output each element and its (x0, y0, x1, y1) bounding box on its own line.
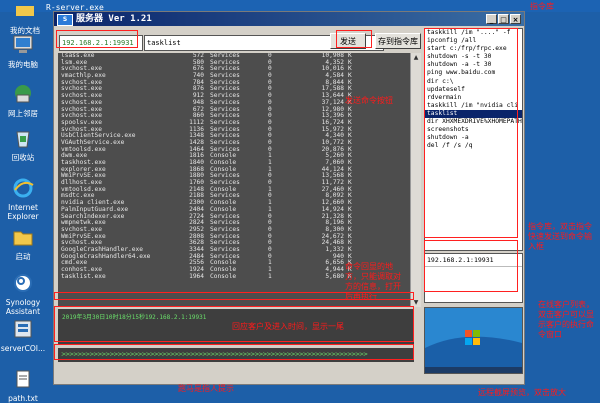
recycle-bin-icon (16, 131, 30, 148)
annotation-status: 回应客户及进入时间，显示一尾 (232, 322, 344, 331)
maximize-button[interactable]: □ (498, 14, 509, 24)
desktop-icon-label: Internet Explorer (7, 203, 39, 221)
network-icon (15, 85, 31, 103)
desktop-icon-label: 启动 (15, 252, 31, 261)
process-cell: 1964 (189, 272, 204, 280)
annotation-box-ip (56, 30, 138, 48)
annotation-clients-help: 在线客户列表，双击客户可以显示客户的执行命令窗口 (538, 300, 594, 339)
desktop-icon-label: 我的电脑 (8, 60, 38, 69)
desktop-icon-recycle-bin[interactable]: 回收站 (0, 127, 46, 162)
save-to-library-button[interactable]: 存到指令库 (375, 33, 421, 49)
desktop-icon-label: 回收站 (11, 153, 35, 162)
server-app-icon (14, 320, 32, 338)
desktop-icon-synology[interactable]: Synology Assistant (0, 272, 46, 316)
desktop-icon-server-app[interactable]: serverCOI... (0, 318, 46, 353)
text-file-icon (16, 370, 30, 388)
windows-logo-icon (425, 308, 522, 373)
synology-icon (14, 274, 32, 292)
window-title: 服务器 Ver 1.21 (76, 14, 152, 24)
process-cell: 1 (268, 272, 272, 280)
desktop-icon-computer[interactable]: 我的电脑 (0, 34, 46, 69)
documents-folder-icon (16, 6, 34, 16)
computer-icon (13, 35, 33, 53)
annotation-output: 命令回显的地方，只能调取对方的信息，打开后再执行 (345, 262, 401, 301)
remote-screenshot-preview[interactable] (424, 307, 523, 374)
desktop-icon-path-txt[interactable]: path.txt (0, 368, 46, 403)
ie-icon (13, 178, 34, 198)
startup-folder-icon (13, 231, 33, 246)
desktop-icon-documents[interactable]: 我的文档 (2, 0, 48, 35)
annotation-box-clients (424, 240, 518, 292)
annotation-box-library (424, 28, 518, 238)
desktop-icon-label: 网上邻居 (8, 109, 38, 118)
annotation-box-send (336, 30, 372, 48)
desktop-icon-network[interactable]: 网上邻居 (0, 83, 46, 118)
annotation-preview: 远程截屏预览，双击放大 (478, 388, 566, 397)
process-cell: tasklist.exe (61, 272, 106, 280)
window-titlebar[interactable]: S 服务器 Ver 1.21 _ □ × (54, 12, 524, 26)
annotation-send: 发送命令按钮 (345, 96, 393, 105)
annotation-library: 指令库 (530, 2, 554, 11)
output-scrollbar[interactable]: ▲ ▼ (410, 53, 421, 307)
desktop-icon-label: path.txt (8, 394, 38, 403)
annotation-box-input (54, 344, 414, 360)
desktop-icon-startup[interactable]: 启动 (0, 226, 46, 261)
scroll-up-icon[interactable]: ▲ (411, 53, 421, 62)
annotation-input: 跑马是指人提示 (178, 384, 234, 393)
minimize-button[interactable]: _ (486, 14, 497, 24)
process-cell: 5,680 (325, 272, 344, 280)
process-cell: Console (210, 272, 237, 280)
annotation-library-help: 指令库，双击指令快速发送到命令输入框 (528, 222, 592, 251)
desktop-icon-label: serverCOI... (0, 344, 46, 353)
app-icon: S (57, 14, 73, 26)
desktop-icon-ie[interactable]: Internet Explorer (0, 177, 46, 221)
close-button[interactable]: × (510, 14, 521, 24)
desktop-icon-label: Synology Assistant (5, 298, 41, 316)
